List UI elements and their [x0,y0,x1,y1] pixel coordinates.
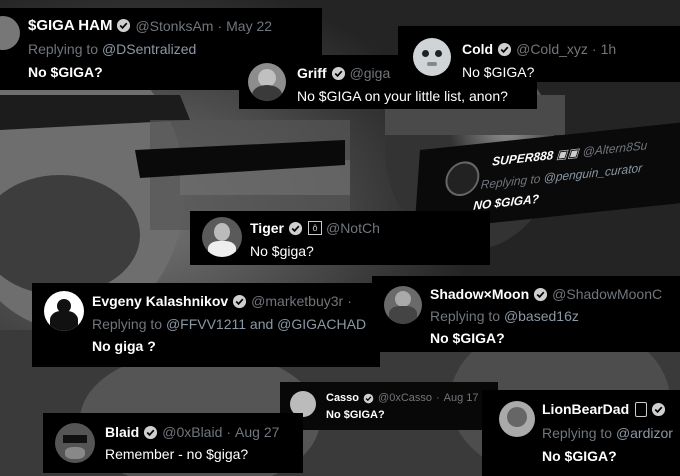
verified-icon [331,66,345,80]
badge-icon: ▣▣ [555,145,580,162]
tweet-author-name[interactable]: Tiger [250,220,284,236]
tweet-author-name[interactable]: Griff [297,65,327,81]
avatar[interactable] [413,38,451,76]
tweet-author-handle[interactable]: @giga [350,65,391,81]
tweet-card-blaid[interactable]: Blaid @0xBlaid · Aug 27 Remember - no $g… [43,413,303,473]
reply-to-link[interactable]: @ardizor [616,425,673,441]
avatar[interactable] [44,291,84,331]
tweet-author-name[interactable]: SUPER888 [492,148,554,169]
tweet-card-tiger[interactable]: Tiger ô @NotCh No $giga? [190,211,490,265]
tweet-card-evgeny[interactable]: Evgeny Kalashnikov @marketbuy3r · Replyi… [32,283,380,367]
tweet-author-name[interactable]: Evgeny Kalashnikov [92,293,228,309]
tweet-text: NO $GIGA? [472,191,540,213]
reply-prefix: Replying to [92,316,163,332]
verified-icon [288,221,303,235]
tweet-author-handle[interactable]: @0xBlaid [162,424,222,440]
tweet-author-handle[interactable]: @ShadowMoonC [552,286,662,302]
tweet-text: No $GIGA? [28,64,103,80]
tweet-text: No $GIGA on your little list, anon? [297,88,508,104]
separator: · [591,41,597,57]
separator: · [226,424,232,440]
tweet-author-handle[interactable]: @marketbuy3r [251,293,343,309]
tweet-author-handle[interactable]: @Altern8Su [582,138,648,159]
reply-prefix: Replying to [542,425,613,441]
badge-icon [635,401,648,417]
separator: · [436,392,440,404]
verified-icon [652,402,666,416]
verified-icon [144,425,158,439]
verified-icon [498,42,512,56]
tweet-author-handle[interactable]: @NotCh [326,220,380,236]
separator: · [217,17,223,34]
separator: · [347,293,352,309]
tweet-card-cold[interactable]: Cold @Cold_xyz · 1h No $GIGA? [398,26,680,82]
tweet-author-name[interactable]: Cold [462,41,493,57]
tweet-time[interactable]: 1h [601,41,617,57]
tweet-author-name[interactable]: Casso [326,392,359,404]
reply-to-link[interactable]: @FFVV1211 and @GIGACHAD [166,316,366,332]
tweet-time[interactable]: Aug 17 [444,392,479,404]
verified-icon [233,294,247,308]
tweet-text: No $GIGA? [326,409,385,421]
verified-icon [363,393,374,403]
tweet-time[interactable]: May 22 [226,18,272,34]
tweet-text: No $GIGA? [430,330,505,346]
tweet-author-name[interactable]: Blaid [105,424,139,440]
reply-prefix: Replying to [28,41,99,57]
verified-icon [117,18,131,33]
reply-prefix: Replying to [480,171,541,192]
avatar[interactable] [499,401,535,437]
tweet-text: Remember - no $giga? [105,446,249,462]
tweet-text: No $giga? [250,243,314,259]
tweet-author-handle[interactable]: @Cold_xyz [516,41,588,57]
avatar[interactable] [0,16,20,50]
tweet-card-lionbeardad[interactable]: LionBearDad Replying to @ardizor No $GIG… [482,390,680,476]
reply-line: Replying to @DSentralized [28,41,196,57]
tweet-author-name[interactable]: Shadow×Moon [430,286,529,302]
avatar[interactable] [384,286,422,324]
avatar[interactable] [248,63,286,101]
tweet-author-name[interactable]: LionBearDad [542,401,629,417]
reply-to-link[interactable]: @based16z [504,308,579,324]
verified-icon [534,287,548,301]
tweet-text: No $GIGA? [542,448,617,464]
tweet-author-handle[interactable]: @0xCasso [378,392,432,404]
avatar[interactable] [55,423,95,463]
reply-prefix: Replying to [430,308,501,324]
reply-to-link[interactable]: @penguin_curator [543,161,642,186]
tweet-text: No $GIGA? [462,64,535,80]
tweet-card-casso[interactable]: Casso @0xCasso · Aug 17 No $GIGA? [280,382,498,430]
tweet-time[interactable]: Aug 27 [235,424,279,440]
tweet-card-shadowmoon[interactable]: Shadow×Moon @ShadowMoonC Replying to @ba… [372,276,680,352]
reply-to-link[interactable]: @DSentralized [102,41,196,57]
badge-icon: ô [307,221,322,235]
tweet-author-name[interactable]: $GIGA HAM [28,17,112,34]
tweet-text: No giga ? [92,338,156,354]
avatar[interactable] [444,159,481,198]
tweet-author-handle[interactable]: @StonksAm [135,18,213,34]
avatar[interactable] [202,217,242,257]
